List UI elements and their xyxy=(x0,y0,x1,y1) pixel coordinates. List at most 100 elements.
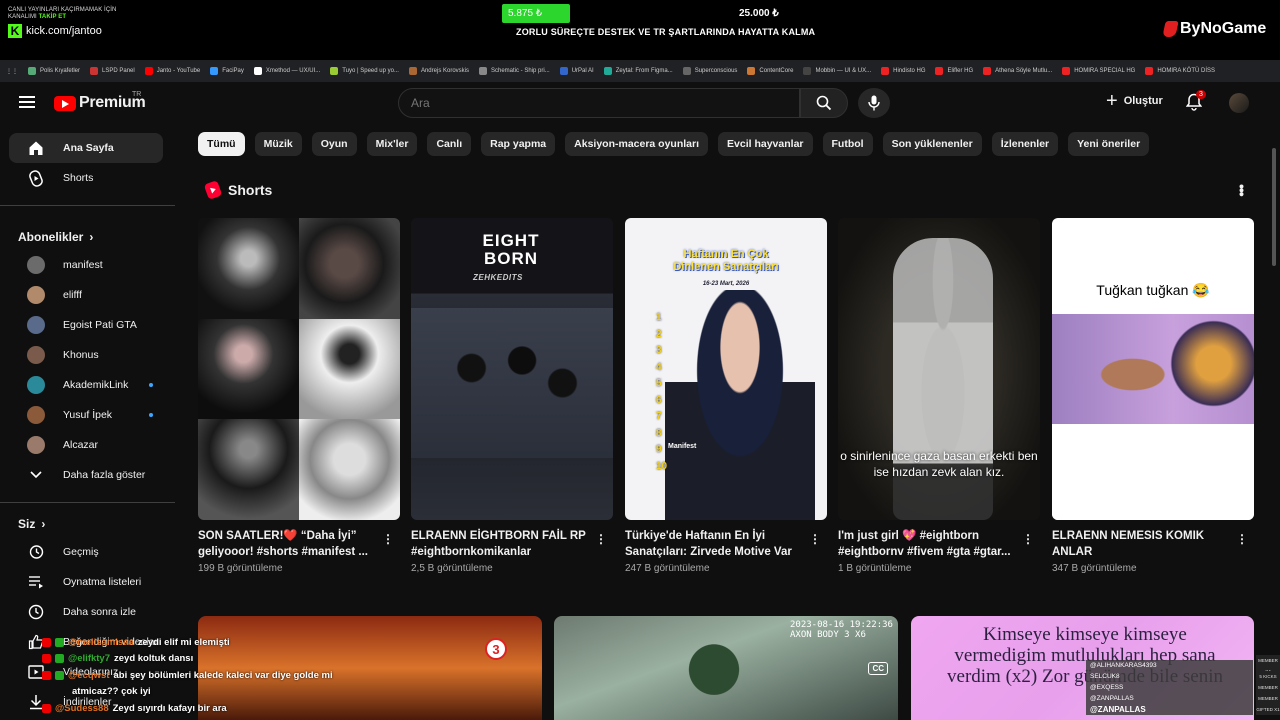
supporter-row: @ALIHANKARAS4393MEMBER X4 xyxy=(1086,654,1280,677)
bookmark[interactable]: Hindisto HG xyxy=(881,67,925,75)
video-thumbnail[interactable]: 2023-08-16 19:22:36 AXON BODY 3 X6 CC xyxy=(554,616,898,720)
sidebar-subscription[interactable]: Yusuf İpek xyxy=(9,400,163,430)
page-scrollbar[interactable] xyxy=(1272,148,1276,266)
chip[interactable]: Evcil hayvanlar xyxy=(718,132,813,156)
bookmark[interactable]: Mobbin — UI & UX... xyxy=(803,67,871,75)
short-card[interactable]: SON SAATLER!❤️ “Daha İyi” geliyooor! #sh… xyxy=(198,218,400,574)
shorts-section-header: Shorts xyxy=(203,180,272,200)
supporter-row: @EXQESS MEMBER xyxy=(1086,682,1280,693)
search-button[interactable] xyxy=(800,88,848,118)
short-title[interactable]: ELRAENN EİGHTBORN FAİL RP #eightbornkomi… xyxy=(411,528,586,560)
chip[interactable]: Yeni öneriler xyxy=(1068,132,1150,156)
menu-icon[interactable] xyxy=(19,96,35,108)
short-card[interactable]: EIGHT BORN ZEHKEDITS ELRAENN EİGHTBORN F… xyxy=(411,218,613,574)
bookmark[interactable]: HOMIRA KÖTÜ DİSS xyxy=(1145,67,1215,75)
channel-avatar xyxy=(27,256,45,274)
subscriptions-header[interactable]: Abonelikler › xyxy=(0,218,175,250)
short-thumbnail[interactable]: EIGHT BORN ZEHKEDITS xyxy=(411,218,613,520)
kick-promo: CANLI YAYINLARI KAÇIRMAMAK İÇİN KANALIMI… xyxy=(8,7,153,38)
chip[interactable]: Aksiyon-macera oyunları xyxy=(565,132,709,156)
channel-avatar xyxy=(27,316,45,334)
short-thumbnail[interactable]: Tuğkan tuğkan 😂 xyxy=(1052,218,1254,520)
short-title[interactable]: Türkiye'de Haftanın En İyi Sanatçıları: … xyxy=(625,528,800,560)
bynogame-logo: ByNoGame xyxy=(1162,20,1266,38)
ranking-numbers: 1 2 3 4 5 6 7 8 9 10 xyxy=(656,310,667,475)
bookmark[interactable]: Schematic - Ship pri... xyxy=(479,67,550,75)
youtube-play-icon xyxy=(54,95,76,111)
show-more-button[interactable]: Daha fazla göster xyxy=(9,460,163,490)
chip[interactable]: Son yüklenenler xyxy=(882,132,982,156)
bookmark[interactable]: Zeytal: From Figma... xyxy=(603,67,673,75)
chip[interactable]: Canlı xyxy=(427,132,472,156)
you-header[interactable]: Siz › xyxy=(0,515,175,537)
chip[interactable]: Oyun xyxy=(311,132,357,156)
more-options-icon[interactable]: ⋮ xyxy=(595,532,607,546)
section-more-options-icon[interactable]: ••• xyxy=(1234,184,1250,196)
short-caption: Tuğkan tuğkan 😂 xyxy=(1096,282,1210,298)
short-title[interactable]: I'm just girl 💖 #eightborn #eightbornv #… xyxy=(838,528,1013,560)
more-options-icon[interactable]: ⋮ xyxy=(1236,532,1248,546)
sidebar-item-history[interactable]: Geçmiş xyxy=(9,537,163,567)
bookmark[interactable]: Janto - YouTube xyxy=(144,67,200,75)
chip[interactable]: Futbol xyxy=(822,132,873,156)
notifications-button[interactable]: 3 xyxy=(1185,90,1206,116)
sidebar: Ana Sayfa Shorts Abonelikler › manifest e… xyxy=(0,124,175,720)
bookmark[interactable]: Andrejs Korovskis xyxy=(408,67,469,75)
more-options-icon[interactable]: ⋮ xyxy=(809,532,821,546)
sidebar-subscription[interactable]: elifff xyxy=(9,280,163,310)
more-options-icon[interactable]: ⋮ xyxy=(1022,532,1034,546)
bookmark[interactable]: HOMIRA SPECIAL HG xyxy=(1062,67,1135,75)
more-options-icon[interactable]: ⋮ xyxy=(382,532,394,546)
search-input[interactable] xyxy=(411,96,787,110)
short-card[interactable]: Tuğkan tuğkan 😂 ELRAENN NEMESIS KOMIK AN… xyxy=(1052,218,1254,574)
short-thumbnail[interactable] xyxy=(198,218,400,520)
short-thumbnail[interactable]: Haftanın En Çok Dinlenen Sanatçıları 16-2… xyxy=(625,218,827,520)
sidebar-divider xyxy=(0,205,175,206)
sidebar-divider xyxy=(0,502,175,503)
bookmark[interactable]: Tuyo | Speed up yo... xyxy=(330,67,399,75)
bookmark[interactable]: Xmethod — UX/UI... xyxy=(253,67,320,75)
bookmark[interactable]: LSPD Panel xyxy=(90,67,135,75)
bookmark[interactable]: Polis Kıyafetler xyxy=(28,67,80,75)
chip[interactable]: İzlenenler xyxy=(991,132,1059,156)
sidebar-subscription[interactable]: AkademikLink xyxy=(9,370,163,400)
sidebar-subscription[interactable]: Khonus xyxy=(9,340,163,370)
chip[interactable]: Rap yapma xyxy=(481,132,556,156)
short-views: 347 B görüntüleme xyxy=(1052,563,1137,574)
create-button[interactable]: + Oluştur xyxy=(1106,91,1163,111)
bookmark[interactable]: UrPal AI xyxy=(559,67,594,75)
member-badge-icon xyxy=(55,654,64,664)
chat-message: @ecqwst abi şey bölümleri kalede kaleci … xyxy=(42,667,382,684)
channel-avatar xyxy=(27,436,45,454)
short-card[interactable]: o sinirlenince gaza basan erkekti ben is… xyxy=(838,218,1040,574)
search-box xyxy=(398,88,800,118)
bookmark[interactable]: ContentCore xyxy=(747,67,793,75)
sidebar-subscription[interactable]: Egoist Pati GTA xyxy=(9,310,163,340)
chip[interactable]: Müzik xyxy=(254,132,302,156)
short-thumbnail[interactable]: o sinirlenince gaza basan erkekti ben is… xyxy=(838,218,1040,520)
sidebar-item-shorts[interactable]: Shorts xyxy=(9,163,163,193)
stream-chat-overlay: @melisamisaa zeydi elif mi elemişti @eli… xyxy=(42,634,382,717)
chip-all[interactable]: Tümü xyxy=(198,132,245,156)
bookmark[interactable]: Elifler HG xyxy=(935,67,973,75)
supporter-row: @ZANPALLAS GIFTED X1 xyxy=(1086,704,1280,715)
sidebar-item-playlists[interactable]: Oynatma listeleri xyxy=(9,567,163,597)
account-avatar[interactable] xyxy=(1229,93,1249,113)
sidebar-subscription[interactable]: manifest xyxy=(9,250,163,280)
voice-search-button[interactable] xyxy=(858,88,890,118)
bookmark[interactable]: FaciPay xyxy=(210,67,244,75)
supporter-row: @ZANPALLAS MEMBER xyxy=(1086,693,1280,704)
bookmark[interactable]: Athena Söyle Mutlu... xyxy=(983,67,1052,75)
supporter-row: SELCUK8 5 KICKS xyxy=(1086,671,1280,682)
sidebar-subscription[interactable]: Alcazar xyxy=(9,430,163,460)
apps-icon[interactable]: ⋮⋮ xyxy=(6,68,18,75)
bookmark[interactable]: Superconscious xyxy=(682,67,737,75)
ranking-number: 3 xyxy=(656,345,662,356)
short-title[interactable]: SON SAATLER!❤️ “Daha İyi” geliyooor! #sh… xyxy=(198,528,373,560)
sidebar-item-watch-later[interactable]: Daha sonra izle xyxy=(9,597,163,627)
short-title[interactable]: ELRAENN NEMESIS KOMIK ANLAR xyxy=(1052,528,1227,560)
bynogame-mark-icon xyxy=(1162,21,1179,37)
sidebar-item-home[interactable]: Ana Sayfa xyxy=(9,133,163,163)
chip[interactable]: Mix'ler xyxy=(366,132,418,156)
short-card[interactable]: Haftanın En Çok Dinlenen Sanatçıları 16-2… xyxy=(625,218,827,574)
